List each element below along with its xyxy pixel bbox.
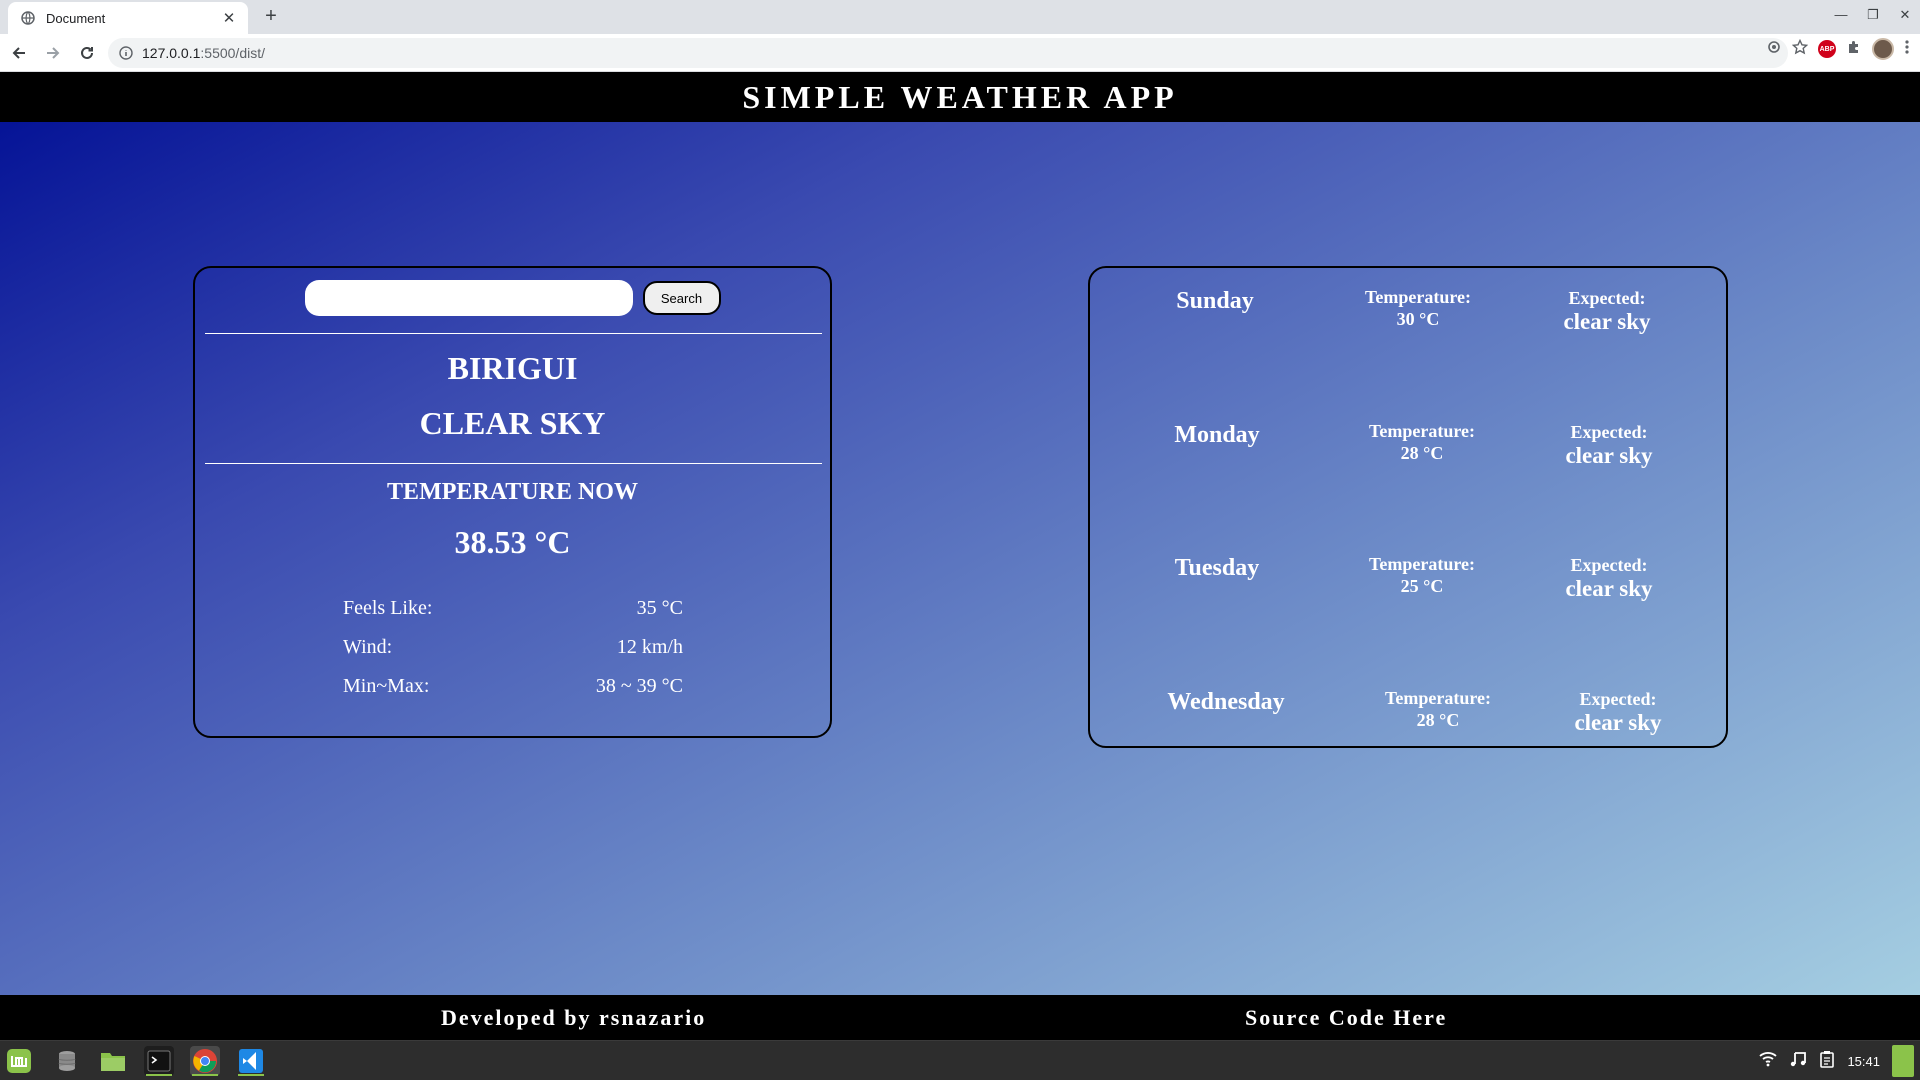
terminal-icon[interactable] — [144, 1046, 174, 1076]
forecast-row: Monday Temperature: 28 °C Expected: clea… — [1090, 412, 1726, 482]
folder-icon[interactable] — [98, 1046, 128, 1076]
detail-value: 38 ~ 39 °C — [595, 675, 683, 697]
expected-value: clear sky — [1574, 710, 1662, 735]
extension-area: ABP — [1766, 38, 1910, 60]
detail-label: Min~Max: — [343, 675, 430, 697]
browser-tabbar: Document ✕ + — ❐ ✕ — [0, 0, 1920, 34]
star-icon[interactable] — [1791, 38, 1809, 60]
temperature-label: Temperature: — [1385, 688, 1491, 708]
clock[interactable]: 15:41 — [1847, 1054, 1880, 1069]
active-indicator — [146, 1074, 172, 1076]
search-row: Search — [195, 280, 830, 316]
wind-row: Wind: 12 km/h — [343, 636, 683, 659]
expected-label: Expected: — [1568, 288, 1646, 308]
forecast-row: Tuesday Temperature: 25 °C Expected: cle… — [1090, 545, 1726, 615]
forecast-expected: Expected: clear sky — [1533, 687, 1703, 735]
app-footer: Developed by rsnazario Source Code Here — [0, 995, 1920, 1040]
os-taskbar: 15:41 — [0, 1040, 1920, 1080]
forecast-day: Wednesday — [1167, 689, 1285, 715]
expected-label: Expected: — [1570, 555, 1648, 575]
files-db-icon[interactable] — [52, 1046, 82, 1076]
wifi-icon[interactable] — [1759, 1051, 1778, 1072]
close-window-icon[interactable]: ✕ — [1896, 6, 1914, 24]
detail-value: 12 km/h — [616, 636, 683, 658]
temperature-value: 28 °C — [1416, 710, 1460, 730]
search-button[interactable]: Search — [642, 281, 721, 315]
forecast-day: Tuesday — [1174, 555, 1260, 581]
expected-value: clear sky — [1565, 443, 1653, 468]
forecast-row: Wednesday Temperature: 28 °C Expected: c… — [1090, 679, 1726, 749]
forecast-temperature: Temperature: 30 °C — [1333, 286, 1503, 330]
forecast-temperature: Temperature: 28 °C — [1337, 420, 1507, 464]
temperature-label: Temperature: — [1369, 554, 1475, 574]
active-indicator — [238, 1074, 264, 1076]
reload-icon[interactable] — [72, 38, 102, 68]
temperature-value: 30 °C — [1396, 309, 1440, 329]
detail-label: Wind: — [343, 636, 393, 658]
source-code-link[interactable]: Source Code Here — [1245, 1005, 1447, 1031]
forecast-expected: Expected: clear sky — [1524, 420, 1694, 468]
temperature-label: Temperature: — [1365, 287, 1471, 307]
url-path: :5500/dist/ — [200, 45, 265, 61]
expected-value: clear sky — [1565, 576, 1653, 601]
divider — [205, 333, 822, 334]
clipboard-icon[interactable] — [1819, 1050, 1835, 1073]
forecast-expected: Expected: clear sky — [1524, 553, 1694, 601]
app-header: SIMPLE WEATHER APP — [0, 72, 1920, 122]
profile-avatar[interactable] — [1872, 38, 1894, 60]
temperature-value: 28 °C — [1400, 443, 1444, 463]
show-desktop-button[interactable] — [1892, 1045, 1914, 1077]
forecast-day: Monday — [1174, 422, 1260, 448]
developer-credit: Developed by rsnazario — [441, 1005, 707, 1030]
min-max-row: Min~Max: 38 ~ 39 °C — [343, 675, 683, 698]
music-icon[interactable] — [1789, 1050, 1807, 1073]
forecast-temperature: Temperature: 28 °C — [1353, 687, 1523, 731]
forecast-row: Sunday Temperature: 30 °C Expected: clea… — [1090, 278, 1726, 348]
divider — [205, 463, 822, 464]
close-icon[interactable]: ✕ — [220, 9, 238, 27]
minimize-icon[interactable]: — — [1832, 6, 1850, 24]
chrome-icon[interactable] — [190, 1046, 220, 1076]
city-search-input[interactable] — [304, 280, 633, 316]
forecast-card: Sunday Temperature: 30 °C Expected: clea… — [1088, 266, 1728, 748]
city-name: BIRIGUI — [447, 350, 578, 386]
browser-tab[interactable]: Document ✕ — [8, 2, 248, 34]
forecast-expected: Expected: clear sky — [1522, 286, 1692, 334]
current-weather-card: Search BIRIGUI CLEAR SKY TEMPERATURE NOW… — [193, 266, 832, 738]
feels-like-row: Feels Like: 35 °C — [343, 597, 683, 620]
new-tab-button[interactable]: + — [260, 6, 282, 28]
temperature-now-value: 38.53 °C — [454, 524, 571, 560]
globe-icon — [20, 10, 36, 26]
expected-value: clear sky — [1563, 309, 1651, 334]
forward-arrow-icon[interactable] — [38, 38, 68, 68]
temperature-value: 25 °C — [1400, 576, 1444, 596]
active-indicator — [192, 1074, 218, 1076]
restore-icon[interactable]: ❐ — [1864, 6, 1882, 24]
extensions-puzzle-icon[interactable] — [1846, 39, 1862, 60]
temperature-label: Temperature: — [1369, 421, 1475, 441]
app-title: SIMPLE WEATHER APP — [742, 78, 1178, 115]
adblock-icon[interactable]: ABP — [1818, 40, 1836, 58]
temperature-now-label: TEMPERATURE NOW — [387, 479, 638, 505]
detail-value: 35 °C — [636, 597, 683, 619]
expected-label: Expected: — [1570, 422, 1648, 442]
browser-toolbar: 127.0.0.1 :5500/dist/ ABP — [0, 34, 1920, 72]
info-icon[interactable] — [118, 45, 134, 61]
forecast-day: Sunday — [1176, 288, 1254, 314]
location-icon[interactable] — [1766, 39, 1782, 60]
mint-menu-icon[interactable] — [4, 1046, 34, 1076]
tab-title: Document — [46, 10, 106, 26]
back-arrow-icon[interactable] — [4, 38, 34, 68]
expected-label: Expected: — [1579, 689, 1657, 709]
detail-label: Feels Like: — [343, 597, 433, 619]
url-host: 127.0.0.1 — [142, 45, 201, 61]
window-controls: — ❐ ✕ — [1832, 6, 1914, 24]
address-bar[interactable]: 127.0.0.1 :5500/dist/ — [108, 38, 1788, 68]
weather-page: SIMPLE WEATHER APP Search BIRIGUI CLEAR … — [0, 72, 1920, 1040]
system-tray: 15:41 — [1759, 1041, 1920, 1080]
menu-dots-icon[interactable] — [1904, 39, 1910, 60]
forecast-temperature: Temperature: 25 °C — [1337, 553, 1507, 597]
vscode-icon[interactable] — [236, 1046, 266, 1076]
weather-condition: CLEAR SKY — [419, 405, 606, 441]
